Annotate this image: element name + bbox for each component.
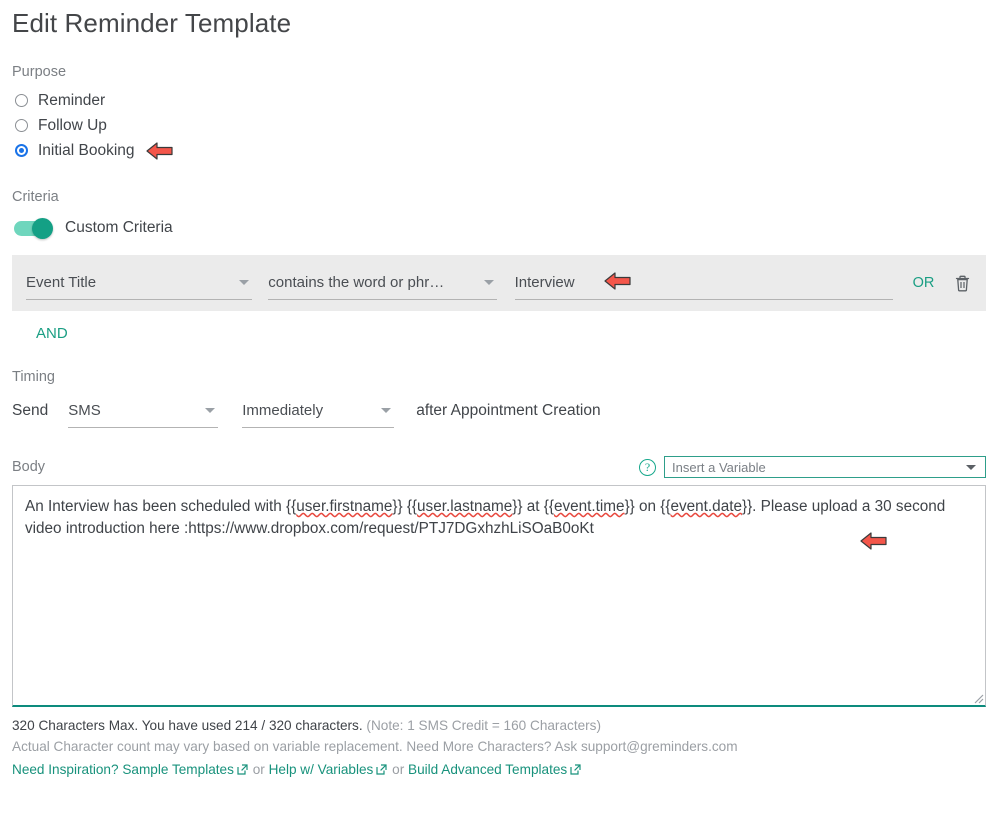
criteria-field-value: Event Title bbox=[26, 274, 97, 291]
build-advanced-templates-label: Build Advanced Templates bbox=[408, 762, 568, 777]
criteria-value-wrapper bbox=[514, 266, 893, 300]
timing-when-value: Immediately bbox=[242, 402, 324, 419]
left-arrow-annotation-icon bbox=[145, 140, 175, 162]
chevron-down-icon bbox=[483, 280, 494, 285]
body-variable-token: user.lastname bbox=[417, 498, 513, 515]
radio-icon-reminder[interactable] bbox=[15, 94, 28, 107]
body-section-label: Body bbox=[12, 459, 46, 475]
criteria-operator-value: contains the word or phr… bbox=[268, 274, 445, 291]
purpose-option-label: Follow Up bbox=[38, 117, 107, 134]
chevron-down-icon bbox=[239, 280, 250, 285]
body-footer: 320 Characters Max. You have used 214 / … bbox=[12, 716, 986, 780]
trash-icon bbox=[955, 275, 969, 291]
help-circle-icon[interactable]: ? bbox=[639, 458, 656, 476]
purpose-option-label: Reminder bbox=[38, 92, 106, 109]
insert-variable-placeholder: Insert a Variable bbox=[672, 459, 766, 475]
criteria-delete-button[interactable] bbox=[952, 272, 972, 294]
purpose-option-initial-booking[interactable]: Initial Booking bbox=[15, 138, 986, 163]
purpose-option-follow-up[interactable]: Follow Up bbox=[15, 113, 986, 138]
body-header: Body ? Insert a Variable bbox=[12, 455, 986, 479]
character-counter-main: 320 Characters Max. You have used 214 / … bbox=[12, 718, 363, 733]
insert-variable-select[interactable]: Insert a Variable bbox=[664, 456, 986, 478]
external-link-icon bbox=[376, 761, 387, 775]
chevron-down-icon bbox=[381, 408, 392, 413]
external-link-icon bbox=[237, 761, 248, 775]
body-text-run: }} {{ bbox=[392, 498, 418, 515]
purpose-section-label: Purpose bbox=[12, 64, 67, 80]
external-link-icon bbox=[570, 761, 581, 775]
criteria-row: Event Title contains the word or phr… OR bbox=[12, 255, 986, 311]
body-text-run: }} on {{ bbox=[624, 498, 671, 515]
timing-channel-value: SMS bbox=[68, 402, 101, 419]
body-textarea[interactable]: An Interview has been scheduled with {{u… bbox=[12, 485, 986, 707]
sample-templates-label: Need Inspiration? Sample Templates bbox=[12, 762, 234, 777]
footer-links-line: Need Inspiration? Sample Templates or He… bbox=[12, 760, 986, 780]
custom-criteria-toggle[interactable] bbox=[14, 217, 53, 239]
criteria-section-label: Criteria bbox=[12, 189, 59, 205]
body-text-run: An Interview has been scheduled with {{ bbox=[25, 498, 297, 515]
build-advanced-templates-link[interactable]: Build Advanced Templates bbox=[408, 762, 582, 777]
footer-or-2: or bbox=[392, 762, 405, 777]
send-label: Send bbox=[12, 402, 49, 419]
footer-or-1: or bbox=[252, 762, 265, 777]
criteria-field-select[interactable]: Event Title bbox=[26, 266, 253, 300]
body-variable-token: user.firstname bbox=[296, 498, 393, 515]
timing-channel-select[interactable]: SMS bbox=[68, 394, 219, 428]
purpose-option-label: Initial Booking bbox=[38, 142, 135, 159]
criteria-or-link[interactable]: OR bbox=[913, 275, 935, 291]
timing-when-select[interactable]: Immediately bbox=[242, 394, 395, 428]
body-header-controls: ? Insert a Variable bbox=[639, 456, 986, 478]
body-text-content: An Interview has been scheduled with {{u… bbox=[25, 496, 973, 540]
textarea-resize-handle[interactable] bbox=[970, 690, 984, 704]
chevron-down-icon bbox=[966, 465, 976, 470]
criteria-value-input[interactable] bbox=[514, 266, 893, 300]
purpose-option-reminder[interactable]: Reminder bbox=[15, 88, 986, 113]
character-counter-note: (Note: 1 SMS Credit = 160 Characters) bbox=[366, 718, 602, 733]
page-title: Edit Reminder Template bbox=[12, 8, 292, 38]
body-text-run: }} at {{ bbox=[512, 498, 554, 515]
body-variable-token: event.date bbox=[670, 498, 742, 515]
character-counter-line: 320 Characters Max. You have used 214 / … bbox=[12, 716, 986, 735]
custom-criteria-toggle-row[interactable]: Custom Criteria bbox=[14, 213, 986, 243]
edit-reminder-template-page: Edit Reminder Template Purpose Reminder … bbox=[0, 0, 998, 828]
criteria-operator-select[interactable]: contains the word or phr… bbox=[268, 266, 497, 300]
left-arrow-annotation-icon bbox=[859, 530, 889, 552]
character-note-line: Actual Character count may vary based on… bbox=[12, 739, 738, 754]
left-arrow-annotation-icon bbox=[603, 270, 633, 292]
radio-icon-follow-up[interactable] bbox=[15, 119, 28, 132]
help-variables-link[interactable]: Help w/ Variables bbox=[269, 762, 389, 777]
radio-icon-initial-booking[interactable] bbox=[15, 144, 28, 157]
timing-suffix-label: after Appointment Creation bbox=[416, 402, 601, 419]
timing-section-label: Timing bbox=[12, 369, 55, 385]
body-variable-token: event.time bbox=[553, 498, 625, 515]
sample-templates-link[interactable]: Need Inspiration? Sample Templates bbox=[12, 762, 249, 777]
timing-row: Send SMS Immediately after Appointment C… bbox=[12, 393, 986, 429]
help-variables-label: Help w/ Variables bbox=[268, 762, 374, 777]
custom-criteria-label: Custom Criteria bbox=[65, 219, 173, 236]
chevron-down-icon bbox=[205, 408, 216, 413]
criteria-and-link[interactable]: AND bbox=[36, 325, 68, 342]
